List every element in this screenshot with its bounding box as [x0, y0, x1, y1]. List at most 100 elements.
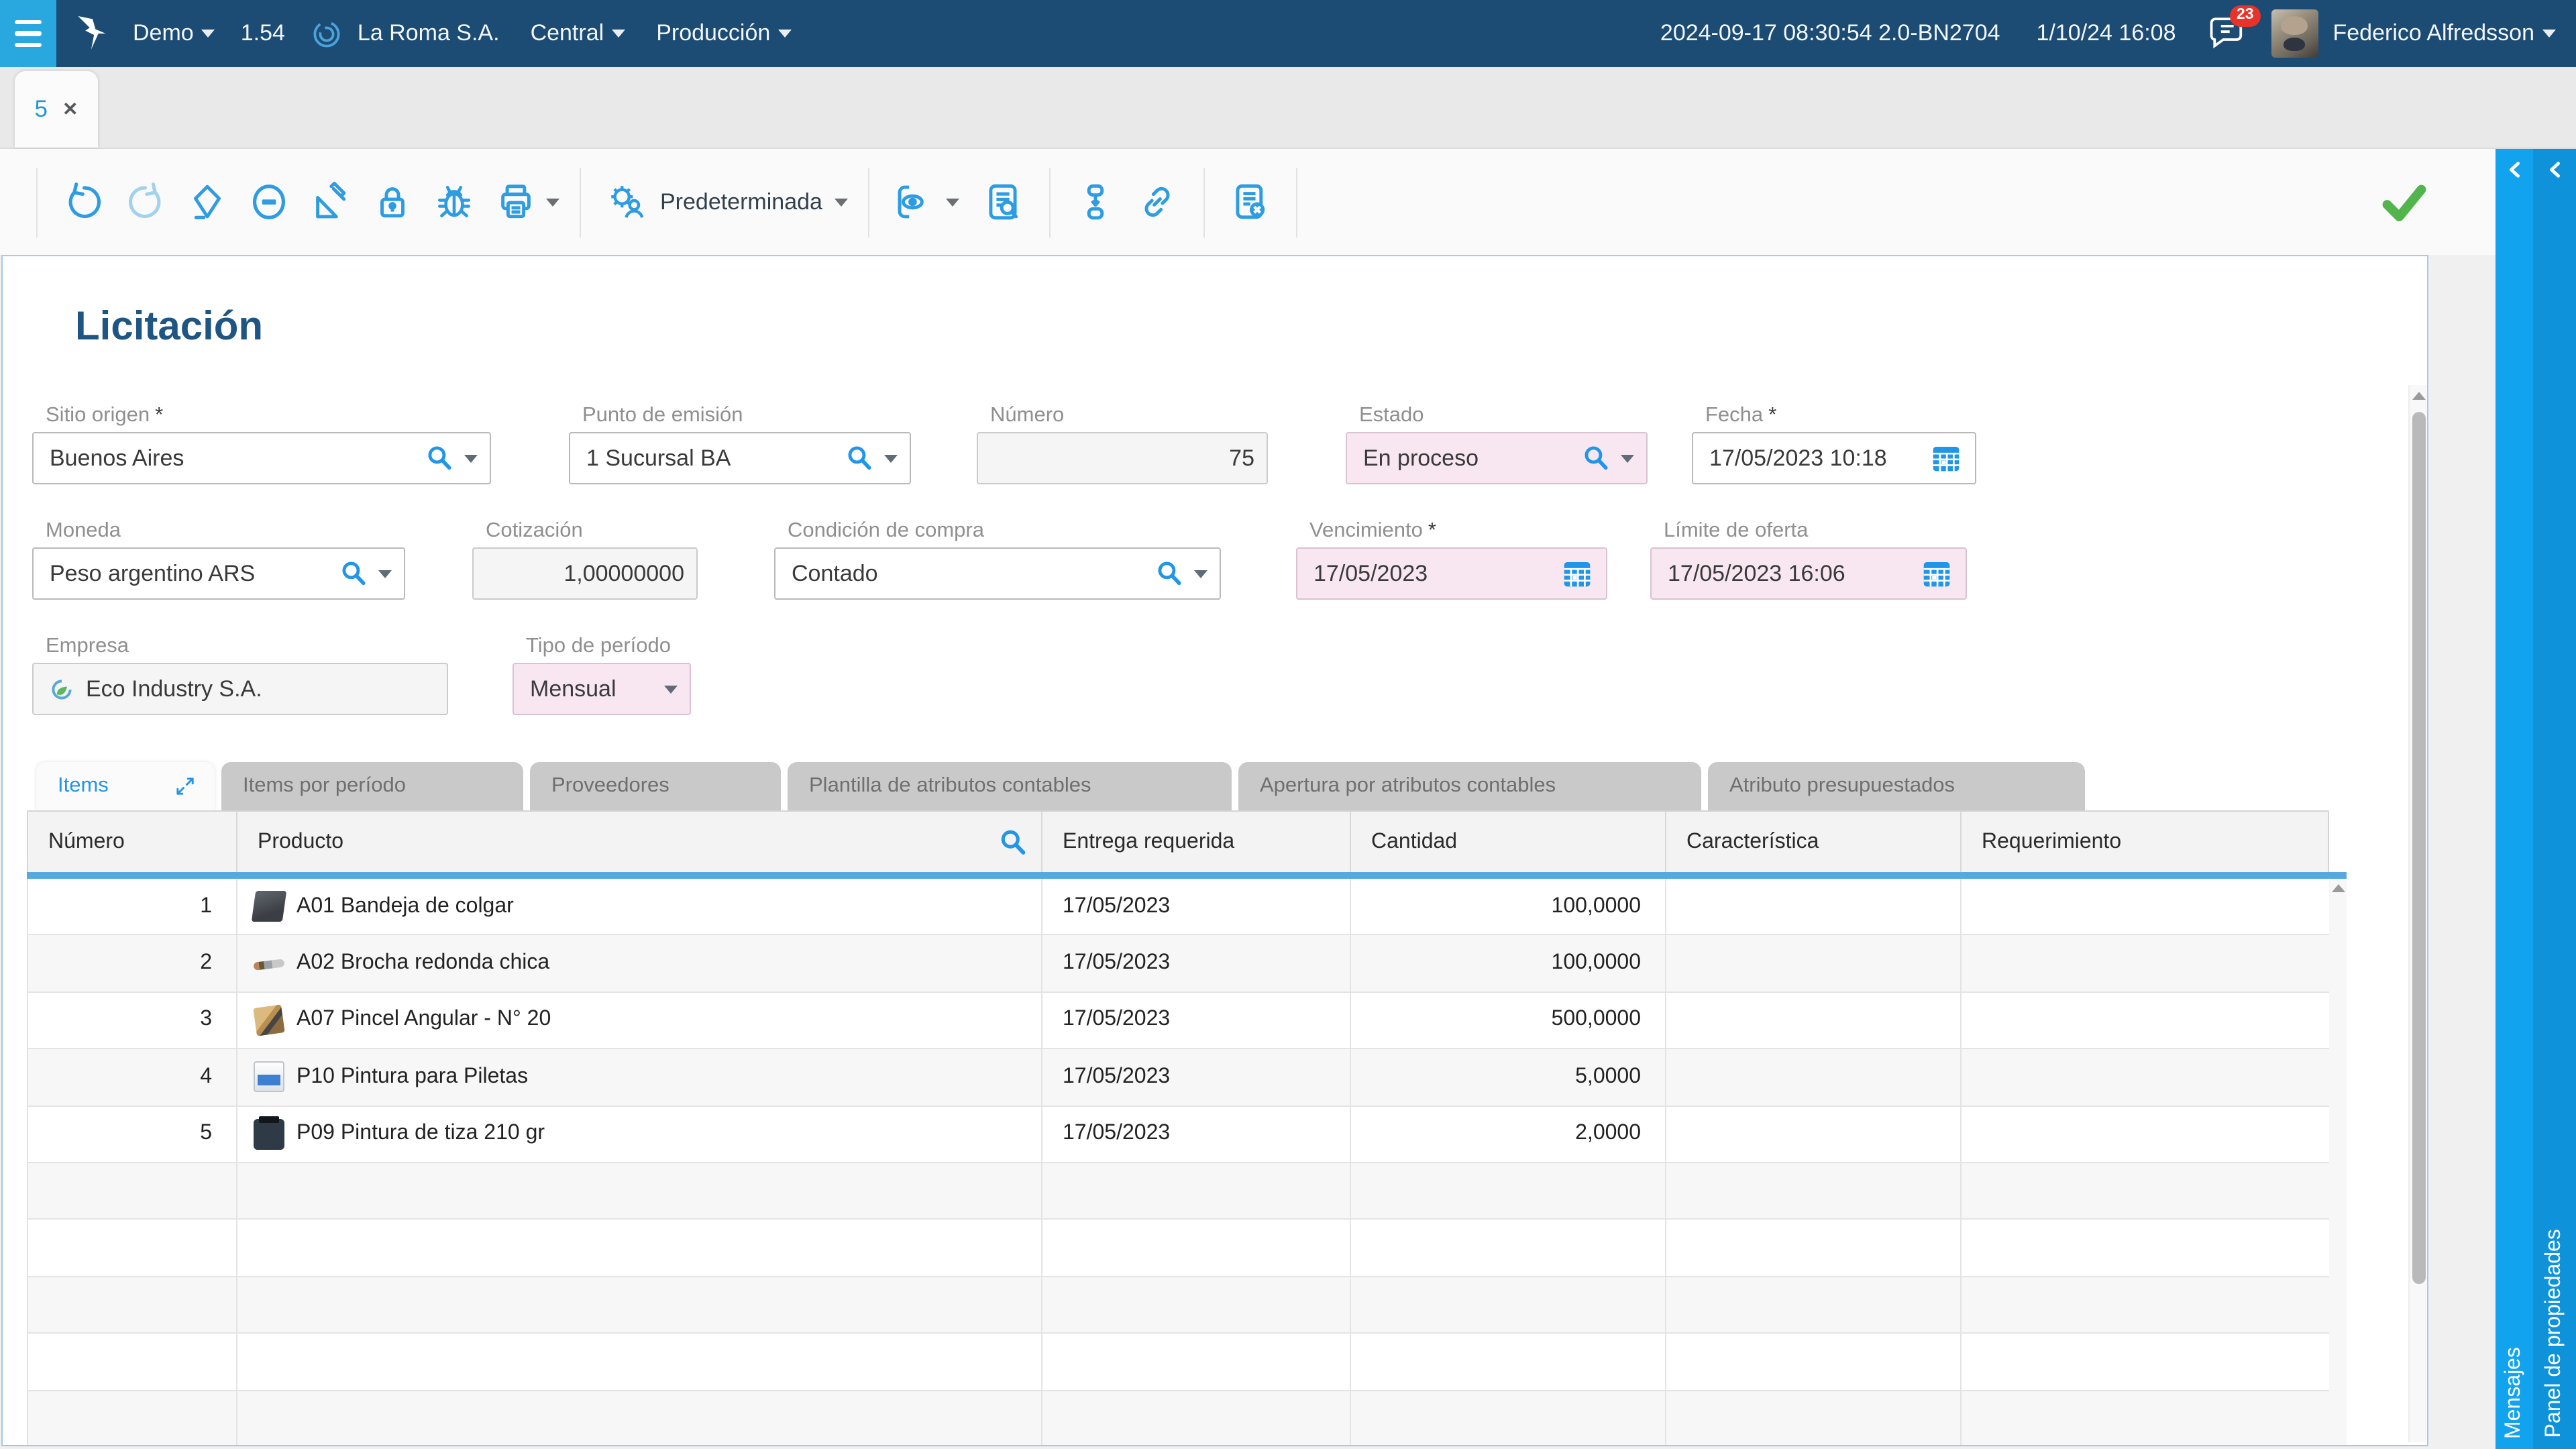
moneda-input[interactable]: Peso argentino ARS [32, 547, 405, 600]
calendar-icon[interactable] [1920, 557, 1953, 590]
tab-apertura-atributos[interactable]: Apertura por atributos contables [1238, 762, 1701, 810]
calendar-icon[interactable] [1560, 557, 1594, 590]
search-icon[interactable] [1155, 559, 1183, 588]
scroll-up-icon[interactable] [2331, 884, 2345, 892]
company-logo-icon [314, 20, 341, 47]
branch-selector[interactable]: Central [531, 20, 626, 47]
document-search-button[interactable] [973, 171, 1034, 233]
cell-producto [237, 1391, 1042, 1445]
punto-emision-input[interactable]: 1 Sucursal BA [569, 432, 911, 484]
preview-button[interactable] [884, 171, 946, 233]
search-icon[interactable] [425, 444, 453, 472]
column-header-caracteristica[interactable]: Característica [1666, 812, 1962, 872]
search-icon[interactable] [845, 444, 873, 472]
expand-icon[interactable] [174, 775, 196, 797]
print-button[interactable] [484, 171, 546, 233]
toolbar: Predeterminada [0, 149, 2496, 255]
table-row[interactable] [28, 1334, 2329, 1391]
table-row[interactable] [28, 1163, 2329, 1220]
workspace-selector[interactable]: Demo [133, 20, 215, 47]
cell-caracteristica [1666, 1334, 1962, 1390]
table-row[interactable]: 5 P09 Pintura de tiza 210 gr 17/05/2023 … [28, 1106, 2329, 1163]
print-options-chevron-icon[interactable] [546, 198, 559, 206]
chevron-down-icon[interactable] [464, 454, 478, 462]
hamburger-menu-icon[interactable] [0, 0, 56, 67]
view-settings-button[interactable] [596, 171, 657, 233]
debug-button[interactable] [423, 171, 484, 233]
cell-caracteristica [1666, 1391, 1962, 1445]
limite-oferta-input[interactable]: 17/05/2023 16:06 [1650, 547, 1967, 600]
redo-button[interactable] [114, 171, 176, 233]
required-marker: * [155, 404, 164, 427]
search-icon[interactable] [1582, 444, 1610, 472]
lock-button[interactable] [361, 171, 423, 233]
table-row[interactable] [28, 1277, 2329, 1334]
tab-plantilla-atributos[interactable]: Plantilla de atributos contables [788, 762, 1232, 810]
table-row[interactable]: 1 A01 Bandeja de colgar 17/05/2023 100,0… [28, 879, 2329, 936]
chevron-left-icon[interactable] [2506, 161, 2523, 178]
estado-input[interactable]: En proceso [1346, 432, 1648, 484]
cell-numero: 4 [28, 1049, 237, 1106]
cell-producto: P09 Pintura de tiza 210 gr [237, 1106, 1042, 1162]
calendar-icon[interactable] [1929, 441, 1963, 475]
panel-label: Panel de propiedades [2542, 1229, 2565, 1438]
view-selector-label[interactable]: Predeterminada [660, 189, 822, 215]
chevron-down-icon[interactable] [1194, 570, 1208, 578]
table-row[interactable] [28, 1220, 2329, 1277]
remove-button[interactable] [237, 171, 299, 233]
column-header-numero[interactable]: Número [28, 812, 237, 872]
table-row[interactable]: 3 A07 Pincel Angular - N° 20 17/05/2023 … [28, 992, 2329, 1050]
table-row[interactable]: 4 P10 Pintura para Piletas 17/05/2023 5,… [28, 1049, 2329, 1107]
tipo-periodo-select[interactable]: Mensual [513, 663, 691, 715]
empresa-logo-icon [52, 679, 72, 699]
chevron-down-icon[interactable] [378, 570, 392, 578]
table-scrollbar[interactable] [2329, 879, 2347, 1445]
sitio-origen-input[interactable]: Buenos Aires [32, 432, 491, 484]
field-label: Moneda [46, 519, 121, 542]
table-row[interactable] [28, 1391, 2329, 1445]
environment-selector[interactable]: Producción [656, 20, 792, 47]
user-avatar[interactable] [2271, 9, 2318, 58]
close-tab-icon[interactable]: ✕ [62, 98, 78, 121]
preview-options-chevron-icon[interactable] [945, 198, 959, 206]
items-table-body: 1 A01 Bandeja de colgar 17/05/2023 100,0… [27, 879, 2329, 1445]
table-row[interactable]: 2 A02 Brocha redonda chica 17/05/2023 10… [28, 935, 2329, 993]
scrollbar-thumb[interactable] [2412, 412, 2426, 1284]
undo-button[interactable] [52, 171, 114, 233]
design-button[interactable] [299, 171, 361, 233]
confirm-button[interactable] [2380, 178, 2428, 227]
tab-items-por-periodo[interactable]: Items por período [221, 762, 523, 810]
column-header-cantidad[interactable]: Cantidad [1351, 812, 1666, 872]
workflow-button[interactable] [1065, 171, 1127, 233]
column-header-producto[interactable]: Producto [237, 812, 1042, 872]
view-selector-chevron-icon[interactable] [834, 198, 848, 206]
tab-proveedores[interactable]: Proveedores [530, 762, 781, 810]
chevron-left-icon[interactable] [2546, 161, 2563, 178]
tab-atributo-presupuestados[interactable]: Atributo presupuestados [1708, 762, 2085, 810]
vencimiento-input[interactable]: 17/05/2023 [1296, 547, 1607, 600]
cancel-document-button[interactable] [1220, 171, 1281, 233]
condicion-compra-input[interactable]: Contado [774, 547, 1221, 600]
erase-button[interactable] [176, 171, 237, 233]
column-header-requerimiento[interactable]: Requerimiento [1962, 812, 2330, 872]
field-label: Condición de compra [788, 519, 984, 542]
messages-button[interactable]: 23 [2208, 5, 2261, 54]
fecha-input[interactable]: 17/05/2023 10:18 [1692, 432, 1976, 484]
document-tab[interactable]: 5 ✕ [15, 71, 98, 148]
cell-numero: 1 [28, 879, 237, 934]
form-scrollbar[interactable] [2408, 385, 2427, 1442]
side-panel-propiedades[interactable]: Panel de propiedades [2533, 149, 2576, 1449]
column-search-icon[interactable] [998, 828, 1028, 857]
user-menu[interactable]: Federico Alfredsson [2333, 20, 2556, 47]
column-header-entrega[interactable]: Entrega requerida [1042, 812, 1351, 872]
search-icon[interactable] [339, 559, 368, 588]
tab-items[interactable]: Items [36, 762, 215, 810]
chevron-down-icon[interactable] [1621, 454, 1634, 462]
link-button[interactable] [1127, 171, 1189, 233]
scroll-up-icon[interactable] [2412, 392, 2425, 400]
side-panel-mensajes[interactable]: Mensajes [2496, 149, 2533, 1449]
chevron-down-icon[interactable] [664, 685, 678, 693]
link-icon [1145, 186, 1171, 217]
chevron-down-icon [2542, 30, 2556, 38]
chevron-down-icon[interactable] [884, 454, 898, 462]
